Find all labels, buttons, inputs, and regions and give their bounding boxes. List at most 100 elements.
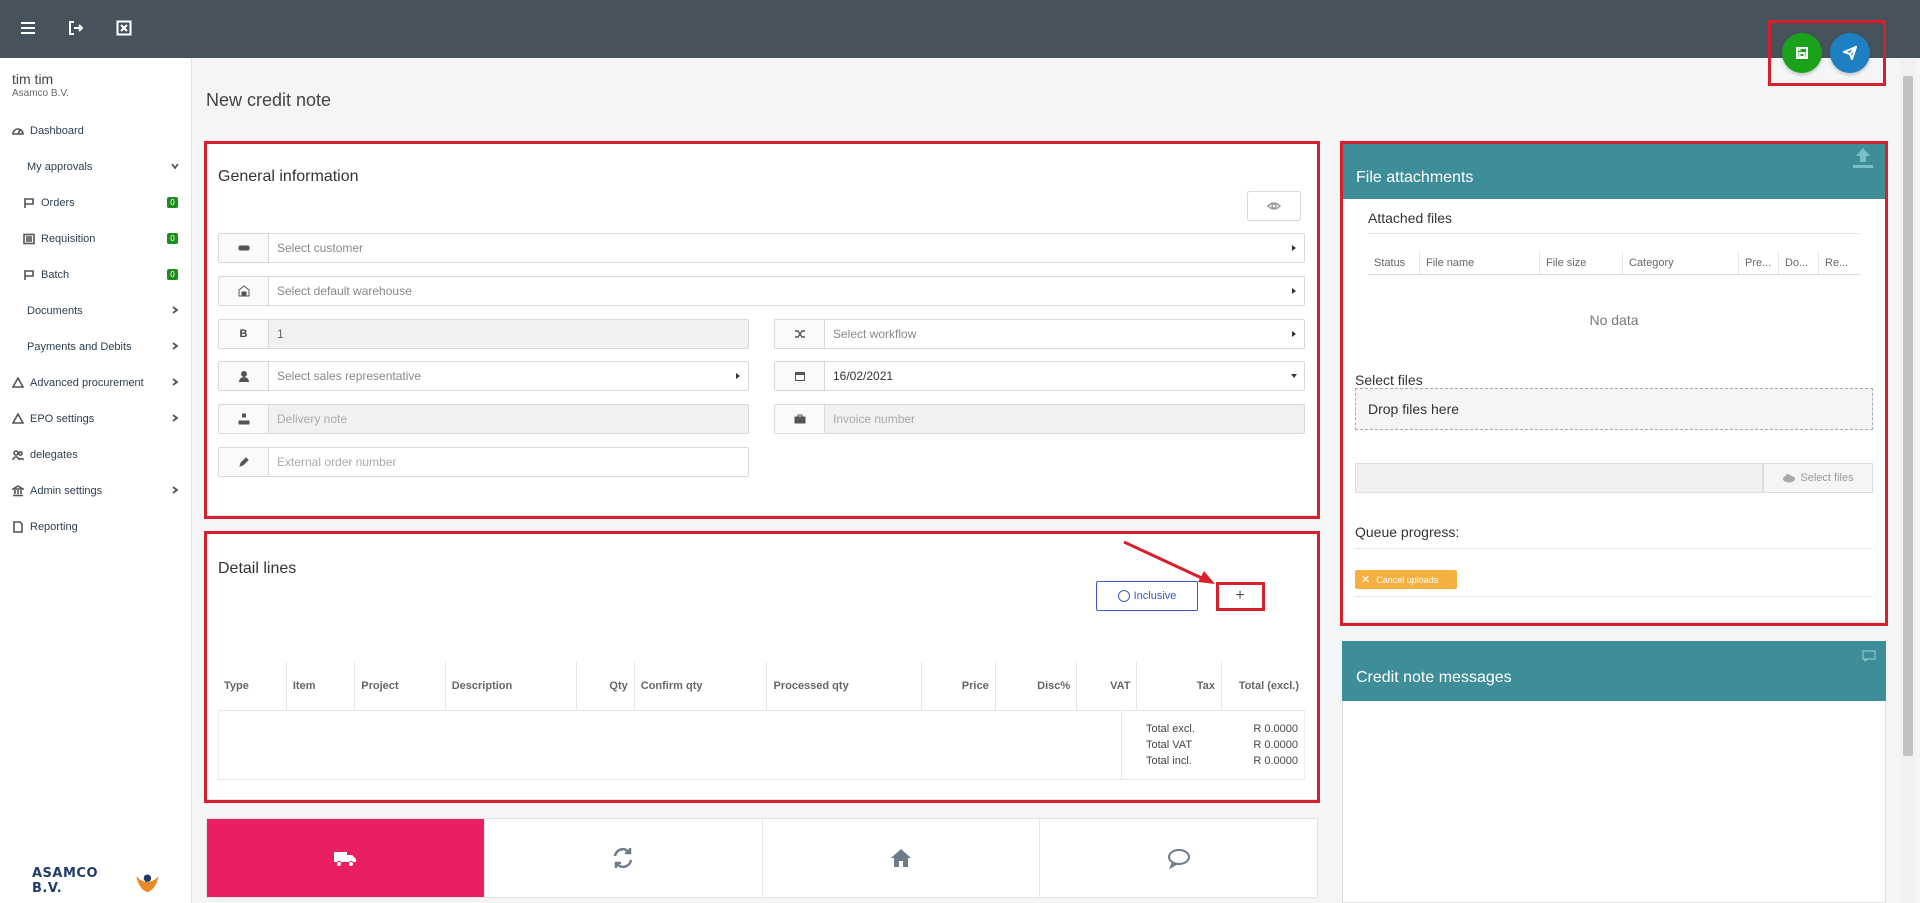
page-scrollbar[interactable] — [1900, 60, 1916, 903]
column-vat[interactable]: VAT — [1076, 662, 1138, 711]
hamburger-icon[interactable] — [16, 16, 40, 40]
user-company: Asamco B.V. — [12, 88, 69, 99]
sidebar: tim tim Asamco B.V. Dashboard My approva… — [0, 58, 192, 903]
chevron-right-icon — [170, 485, 180, 495]
comment-icon — [1862, 650, 1876, 662]
toggle-visibility-button[interactable] — [1247, 191, 1301, 221]
orders-count-badge: 0 — [167, 197, 178, 208]
total-vat-value: R 0.0000 — [1253, 739, 1298, 751]
column-description[interactable]: Description — [445, 662, 578, 711]
tab-home[interactable] — [763, 819, 1041, 897]
column-processed-qty[interactable]: Processed qty — [766, 662, 923, 711]
tab-delivery[interactable] — [207, 819, 485, 897]
company-logo: ASAMCO B.V. — [32, 866, 162, 896]
column-confirm-qty[interactable]: Confirm qty — [634, 662, 768, 711]
scrollbar-thumb[interactable] — [1903, 76, 1913, 756]
no-data-text: No data — [1589, 312, 1639, 328]
select-files-button[interactable]: Select files — [1763, 463, 1873, 493]
delivery-note-field[interactable]: Delivery note — [218, 404, 749, 434]
user-icon — [219, 362, 269, 390]
total-excl-label: Total excl. — [1146, 723, 1195, 735]
selected-files-display[interactable] — [1355, 463, 1763, 493]
flag-icon — [23, 269, 35, 281]
page-title: New credit note — [206, 90, 332, 110]
send-button[interactable] — [1830, 33, 1870, 73]
chevron-right-icon — [170, 377, 180, 387]
eye-icon — [1267, 202, 1281, 210]
sidebar-item-admin-settings[interactable]: Admin settings — [0, 480, 192, 502]
paper-plane-icon — [1843, 46, 1857, 60]
recycle-icon — [12, 413, 24, 425]
close-square-icon[interactable] — [112, 16, 136, 40]
detail-lines-title: Detail lines — [218, 560, 297, 577]
user-name: tim tim — [12, 71, 54, 87]
attachments-table-header: Status File name File size Category Pre.… — [1368, 252, 1860, 275]
column-project[interactable]: Project — [354, 662, 446, 711]
document-number-field[interactable]: B 1 — [218, 319, 749, 349]
sidebar-item-epo-settings[interactable]: EPO settings — [0, 408, 192, 430]
close-icon: ✕ — [1361, 574, 1371, 586]
column-disc[interactable]: Disc% — [995, 662, 1078, 711]
file-icon — [12, 521, 24, 533]
column-type[interactable]: Type — [218, 662, 287, 711]
column-download[interactable]: Do... — [1779, 252, 1819, 274]
save-button[interactable] — [1782, 33, 1822, 73]
attached-files-title: Attached files — [1368, 210, 1453, 226]
column-qty[interactable]: Qty — [576, 662, 635, 711]
column-item[interactable]: Item — [286, 662, 356, 711]
chevron-right-icon — [170, 305, 180, 315]
sidebar-item-delegates[interactable]: delegates — [0, 444, 192, 466]
sign-out-icon[interactable] — [64, 16, 88, 40]
tab-refresh[interactable] — [485, 819, 763, 897]
list-icon — [23, 233, 35, 245]
sidebar-item-requisition[interactable]: Requisition 0 — [0, 228, 192, 250]
refresh-icon — [613, 847, 633, 869]
select-files-title: Select files — [1355, 372, 1423, 388]
column-remove[interactable]: Re... — [1819, 252, 1860, 274]
invoice-number-field[interactable]: Invoice number — [774, 404, 1305, 434]
home-icon — [890, 849, 911, 867]
column-category[interactable]: Category — [1623, 252, 1739, 274]
warehouse-select[interactable]: Select default warehouse — [218, 276, 1305, 306]
sidebar-item-orders[interactable]: Orders 0 — [0, 192, 192, 214]
queue-progress-label: Queue progress: — [1355, 524, 1460, 540]
sidebar-item-payments[interactable]: Payments and Debits — [0, 336, 192, 358]
external-order-field[interactable]: External order number — [218, 447, 749, 477]
sidebar-item-my-approvals[interactable]: My approvals — [0, 156, 192, 178]
column-status[interactable]: Status — [1368, 252, 1420, 274]
column-total-excl[interactable]: Total (excl.) — [1221, 662, 1305, 711]
save-icon — [1796, 47, 1808, 59]
customer-select[interactable]: Select customer — [218, 233, 1305, 263]
warehouse-icon — [219, 277, 269, 305]
pencil-icon — [219, 448, 269, 476]
sidebar-item-reporting[interactable]: Reporting — [0, 516, 192, 538]
caret-right-icon — [1284, 287, 1304, 295]
tab-comments[interactable] — [1040, 819, 1317, 897]
column-file-size[interactable]: File size — [1540, 252, 1623, 274]
handshake-icon — [219, 234, 269, 262]
sidebar-item-dashboard[interactable]: Dashboard — [0, 120, 192, 142]
caret-down-icon — [1284, 372, 1304, 380]
batch-count-badge: 0 — [167, 269, 178, 280]
eagle-logo-icon — [136, 874, 159, 893]
chevron-right-icon — [170, 413, 180, 423]
sidebar-item-documents[interactable]: Documents — [0, 300, 192, 322]
total-incl-label: Total incl. — [1146, 755, 1192, 767]
date-picker[interactable]: 16/02/2021 — [774, 361, 1305, 391]
column-tax[interactable]: Tax — [1136, 662, 1222, 711]
column-file-name[interactable]: File name — [1420, 252, 1540, 274]
circle-icon — [1117, 590, 1130, 602]
shuffle-icon — [775, 320, 825, 348]
sidebar-item-advanced-procurement[interactable]: Advanced procurement — [0, 372, 192, 394]
general-info-title: General information — [218, 168, 359, 185]
drop-zone[interactable]: Drop files here — [1355, 388, 1873, 430]
calendar-icon — [775, 362, 825, 390]
cancel-uploads-button[interactable]: ✕ Cancel uploads — [1355, 570, 1457, 589]
column-preview[interactable]: Pre... — [1739, 252, 1779, 274]
column-price[interactable]: Price — [921, 662, 996, 711]
sales-rep-select[interactable]: Select sales representative — [218, 361, 749, 391]
sidebar-item-batch[interactable]: Batch 0 — [0, 264, 192, 286]
users-icon — [12, 449, 24, 461]
totals-area — [218, 710, 1305, 780]
workflow-select[interactable]: Select workflow — [774, 319, 1305, 349]
